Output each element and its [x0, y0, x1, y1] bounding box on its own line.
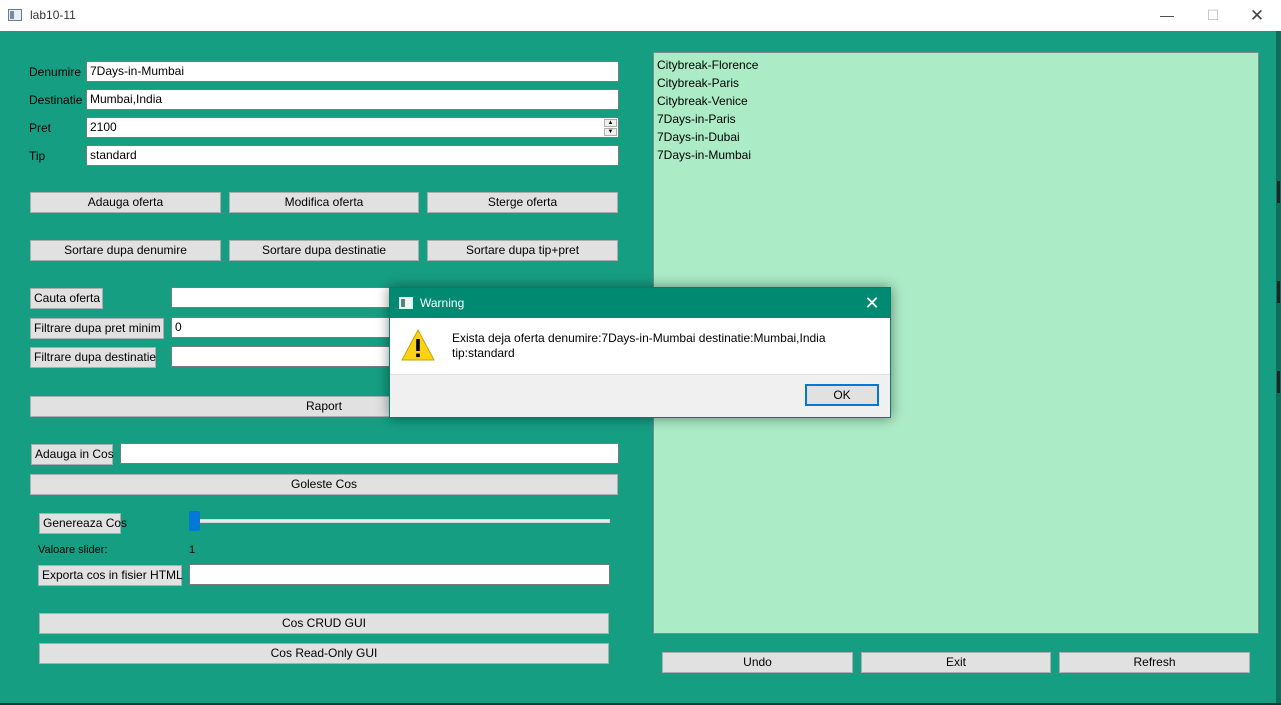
ok-button[interactable]: OK: [805, 384, 879, 406]
window-right-edge: [1276, 31, 1281, 703]
filtrare-destinatie-button[interactable]: Filtrare dupa destinatie: [30, 347, 156, 368]
dialog-titlebar: Warning ✕: [390, 288, 890, 318]
sortare-tip-pret-button[interactable]: Sortare dupa tip+pret: [427, 240, 618, 261]
pret-value: 2100: [90, 120, 117, 134]
cauta-oferta-button[interactable]: Cauta oferta: [30, 288, 103, 309]
window-titlebar: lab10-11 — ☐ ✕: [0, 0, 1281, 31]
dialog-app-icon: [399, 297, 413, 309]
destinatie-input[interactable]: Mumbai,India: [86, 89, 619, 110]
genereaza-cos-button[interactable]: Genereaza Cos: [39, 513, 127, 534]
adauga-oferta-button[interactable]: Adauga oferta: [30, 192, 221, 213]
list-item[interactable]: Citybreak-Paris: [657, 74, 1255, 92]
valoare-slider-label: Valoare slider:: [38, 544, 108, 556]
refresh-button[interactable]: Refresh: [1059, 652, 1250, 673]
exit-button[interactable]: Exit: [861, 652, 1051, 673]
list-item[interactable]: Citybreak-Venice: [657, 92, 1255, 110]
tip-input[interactable]: standard: [86, 145, 619, 166]
pret-spinbox[interactable]: 2100 ▲ ▼: [86, 117, 619, 138]
warning-dialog: Warning ✕ Exista deja oferta denumire:7D…: [389, 287, 891, 418]
cos-readonly-gui-button[interactable]: Cos Read-Only GUI: [39, 643, 609, 664]
valoare-slider-value: 1: [189, 544, 196, 556]
minimize-button[interactable]: —: [1144, 0, 1190, 31]
app-icon: [8, 9, 22, 21]
goleste-cos-button[interactable]: Goleste Cos: [30, 474, 618, 495]
dialog-message-line2: tip:standard: [452, 346, 515, 360]
spin-up-icon[interactable]: ▲: [604, 119, 617, 127]
undo-button[interactable]: Undo: [662, 652, 853, 673]
sortare-denumire-button[interactable]: Sortare dupa denumire: [30, 240, 221, 261]
cos-slider-thumb[interactable]: [189, 511, 200, 531]
list-item[interactable]: 7Days-in-Mumbai: [657, 146, 1255, 164]
dialog-close-icon[interactable]: ✕: [860, 292, 884, 314]
cos-crud-gui-button[interactable]: Cos CRUD GUI: [39, 613, 609, 634]
sortare-destinatie-button[interactable]: Sortare dupa destinatie: [229, 240, 419, 261]
list-item[interactable]: 7Days-in-Dubai: [657, 128, 1255, 146]
modifica-oferta-button[interactable]: Modifica oferta: [229, 192, 419, 213]
window-title: lab10-11: [30, 8, 76, 22]
adauga-cos-button[interactable]: Adauga in Cos: [31, 444, 114, 465]
dialog-footer: OK: [390, 374, 890, 417]
adauga-cos-input[interactable]: [120, 443, 619, 464]
denumire-label: Denumire: [29, 65, 82, 79]
filtrare-pret-button[interactable]: Filtrare dupa pret minim: [30, 318, 164, 339]
dialog-title: Warning: [420, 296, 465, 310]
destinatie-label: Destinatie: [29, 93, 83, 107]
list-item[interactable]: Citybreak-Florence: [657, 56, 1255, 74]
warning-icon: [401, 329, 435, 361]
pret-label: Pret: [29, 121, 52, 135]
dialog-message-line1: Exista deja oferta denumire:7Days-in-Mum…: [452, 331, 826, 345]
exporta-cos-input[interactable]: [189, 564, 610, 585]
list-item[interactable]: 7Days-in-Paris: [657, 110, 1255, 128]
dialog-message: Exista deja oferta denumire:7Days-in-Mum…: [452, 331, 872, 361]
spin-down-icon[interactable]: ▼: [604, 128, 617, 136]
close-button[interactable]: ✕: [1234, 0, 1280, 31]
sterge-oferta-button[interactable]: Sterge oferta: [427, 192, 618, 213]
denumire-input[interactable]: 7Days-in-Mumbai: [86, 61, 619, 82]
tip-label: Tip: [29, 149, 46, 163]
maximize-button[interactable]: ☐: [1190, 0, 1236, 31]
spin-arrows[interactable]: ▲ ▼: [604, 119, 617, 136]
cos-slider-track[interactable]: [190, 519, 610, 523]
exporta-cos-button[interactable]: Exporta cos in fisier HTML: [38, 565, 183, 586]
